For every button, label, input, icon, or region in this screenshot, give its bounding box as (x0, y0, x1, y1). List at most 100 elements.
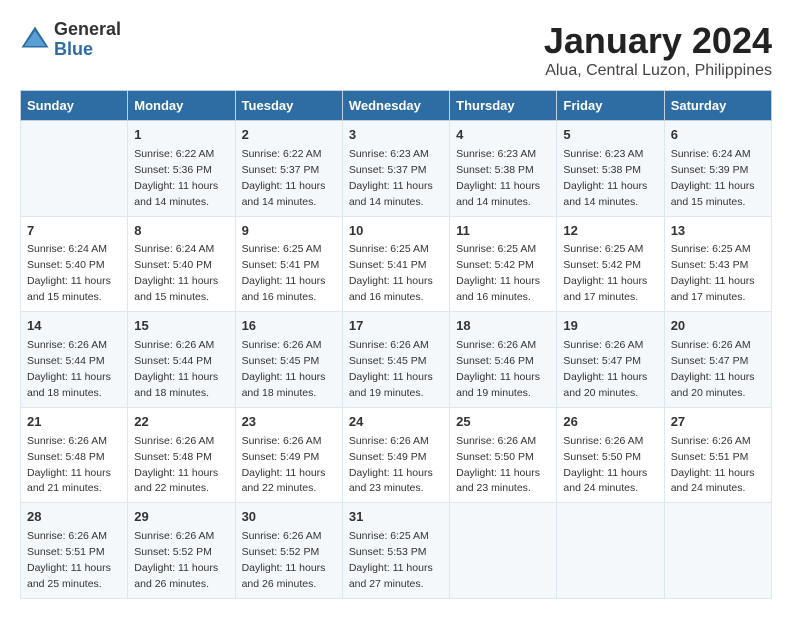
sunrise-text: Sunrise: 6:25 AM (671, 243, 751, 255)
calendar-cell: 26Sunrise: 6:26 AMSunset: 5:50 PMDayligh… (557, 407, 664, 503)
subtitle: Alua, Central Luzon, Philippines (544, 62, 772, 80)
header-cell-saturday: Saturday (664, 91, 771, 121)
daylight-text: Daylight: 11 hours and 14 minutes. (134, 180, 218, 208)
day-number: 12 (563, 222, 657, 241)
daylight-text: Daylight: 11 hours and 14 minutes. (242, 180, 326, 208)
day-number: 23 (242, 413, 336, 432)
calendar-cell: 23Sunrise: 6:26 AMSunset: 5:49 PMDayligh… (235, 407, 342, 503)
sunrise-text: Sunrise: 6:24 AM (134, 243, 214, 255)
calendar-cell: 6Sunrise: 6:24 AMSunset: 5:39 PMDaylight… (664, 121, 771, 217)
daylight-text: Daylight: 11 hours and 18 minutes. (27, 371, 111, 399)
sunrise-text: Sunrise: 6:24 AM (671, 148, 751, 160)
sunrise-text: Sunrise: 6:26 AM (134, 435, 214, 447)
main-title: January 2024 (544, 20, 772, 62)
sunrise-text: Sunrise: 6:22 AM (242, 148, 322, 160)
sunset-text: Sunset: 5:47 PM (563, 355, 641, 367)
sunset-text: Sunset: 5:52 PM (242, 546, 320, 558)
day-number: 1 (134, 126, 228, 145)
sunset-text: Sunset: 5:52 PM (134, 546, 212, 558)
sunrise-text: Sunrise: 6:25 AM (349, 243, 429, 255)
daylight-text: Daylight: 11 hours and 14 minutes. (349, 180, 433, 208)
sunset-text: Sunset: 5:38 PM (563, 164, 641, 176)
daylight-text: Daylight: 11 hours and 15 minutes. (27, 275, 111, 303)
calendar-table: SundayMondayTuesdayWednesdayThursdayFrid… (20, 90, 772, 599)
daylight-text: Daylight: 11 hours and 22 minutes. (134, 467, 218, 495)
daylight-text: Daylight: 11 hours and 20 minutes. (563, 371, 647, 399)
calendar-cell: 15Sunrise: 6:26 AMSunset: 5:44 PMDayligh… (128, 312, 235, 408)
sunrise-text: Sunrise: 6:26 AM (456, 339, 536, 351)
calendar-cell: 27Sunrise: 6:26 AMSunset: 5:51 PMDayligh… (664, 407, 771, 503)
header-cell-tuesday: Tuesday (235, 91, 342, 121)
daylight-text: Daylight: 11 hours and 27 minutes. (349, 562, 433, 590)
header-cell-monday: Monday (128, 91, 235, 121)
calendar-cell: 1 Sunrise: 6:22 AM Sunset: 5:36 PM Daylight… (128, 121, 235, 217)
daylight-text: Daylight: 11 hours and 16 minutes. (456, 275, 540, 303)
calendar-cell: 14Sunrise: 6:26 AMSunset: 5:44 PMDayligh… (21, 312, 128, 408)
daylight-text: Daylight: 11 hours and 25 minutes. (27, 562, 111, 590)
sunrise-text: Sunrise: 6:25 AM (349, 530, 429, 542)
calendar-cell: 25Sunrise: 6:26 AMSunset: 5:50 PMDayligh… (450, 407, 557, 503)
day-number: 8 (134, 222, 228, 241)
sunset-text: Sunset: 5:40 PM (134, 259, 212, 271)
day-number: 24 (349, 413, 443, 432)
day-number: 31 (349, 508, 443, 527)
day-number: 28 (27, 508, 121, 527)
day-number: 10 (349, 222, 443, 241)
day-number: 17 (349, 317, 443, 336)
sunset-text: Sunset: 5:50 PM (563, 451, 641, 463)
daylight-text: Daylight: 11 hours and 18 minutes. (134, 371, 218, 399)
daylight-text: Daylight: 11 hours and 17 minutes. (563, 275, 647, 303)
daylight-text: Daylight: 11 hours and 23 minutes. (456, 467, 540, 495)
calendar-cell: 9Sunrise: 6:25 AMSunset: 5:41 PMDaylight… (235, 216, 342, 312)
sunset-text: Sunset: 5:38 PM (456, 164, 534, 176)
daylight-text: Daylight: 11 hours and 23 minutes. (349, 467, 433, 495)
sunrise-text: Sunrise: 6:23 AM (456, 148, 536, 160)
day-number: 11 (456, 222, 550, 241)
sunset-text: Sunset: 5:41 PM (349, 259, 427, 271)
day-number: 29 (134, 508, 228, 527)
calendar-cell: 12Sunrise: 6:25 AMSunset: 5:42 PMDayligh… (557, 216, 664, 312)
sunrise-text: Sunrise: 6:23 AM (349, 148, 429, 160)
sunset-text: Sunset: 5:53 PM (349, 546, 427, 558)
sunset-text: Sunset: 5:41 PM (242, 259, 320, 271)
day-number: 27 (671, 413, 765, 432)
sunrise-text: Sunrise: 6:26 AM (27, 339, 107, 351)
sunset-text: Sunset: 5:45 PM (242, 355, 320, 367)
day-number: 19 (563, 317, 657, 336)
sunset-text: Sunset: 5:39 PM (671, 164, 749, 176)
daylight-text: Daylight: 11 hours and 26 minutes. (134, 562, 218, 590)
sunrise-text: Sunrise: 6:26 AM (27, 530, 107, 542)
sunset-text: Sunset: 5:42 PM (563, 259, 641, 271)
day-number: 14 (27, 317, 121, 336)
sunset-text: Sunset: 5:49 PM (349, 451, 427, 463)
calendar-cell (21, 121, 128, 217)
sunset-text: Sunset: 5:47 PM (671, 355, 749, 367)
day-number: 13 (671, 222, 765, 241)
day-number: 7 (27, 222, 121, 241)
calendar-cell: 29Sunrise: 6:26 AMSunset: 5:52 PMDayligh… (128, 503, 235, 599)
header-cell-thursday: Thursday (450, 91, 557, 121)
calendar-week-1: 1 Sunrise: 6:22 AM Sunset: 5:36 PM Daylight… (21, 121, 772, 217)
sunrise-text: Sunrise: 6:26 AM (242, 530, 322, 542)
sunset-text: Sunset: 5:48 PM (134, 451, 212, 463)
day-number: 9 (242, 222, 336, 241)
sunrise-text: Sunrise: 6:26 AM (242, 435, 322, 447)
logo-general: General (54, 20, 121, 40)
header-cell-friday: Friday (557, 91, 664, 121)
header-cell-wednesday: Wednesday (342, 91, 449, 121)
sunset-text: Sunset: 5:37 PM (242, 164, 320, 176)
sunset-text: Sunset: 5:36 PM (134, 164, 212, 176)
day-number: 2 (242, 126, 336, 145)
daylight-text: Daylight: 11 hours and 24 minutes. (671, 467, 755, 495)
sunrise-text: Sunrise: 6:26 AM (349, 435, 429, 447)
calendar-cell: 10Sunrise: 6:25 AMSunset: 5:41 PMDayligh… (342, 216, 449, 312)
calendar-cell: 2 Sunrise: 6:22 AM Sunset: 5:37 PM Daylight… (235, 121, 342, 217)
sunrise-text: Sunrise: 6:22 AM (134, 148, 214, 160)
day-number: 15 (134, 317, 228, 336)
daylight-text: Daylight: 11 hours and 24 minutes. (563, 467, 647, 495)
sunrise-text: Sunrise: 6:26 AM (27, 435, 107, 447)
sunset-text: Sunset: 5:51 PM (27, 546, 105, 558)
header-cell-sunday: Sunday (21, 91, 128, 121)
daylight-text: Daylight: 11 hours and 17 minutes. (671, 275, 755, 303)
calendar-cell: 30Sunrise: 6:26 AMSunset: 5:52 PMDayligh… (235, 503, 342, 599)
